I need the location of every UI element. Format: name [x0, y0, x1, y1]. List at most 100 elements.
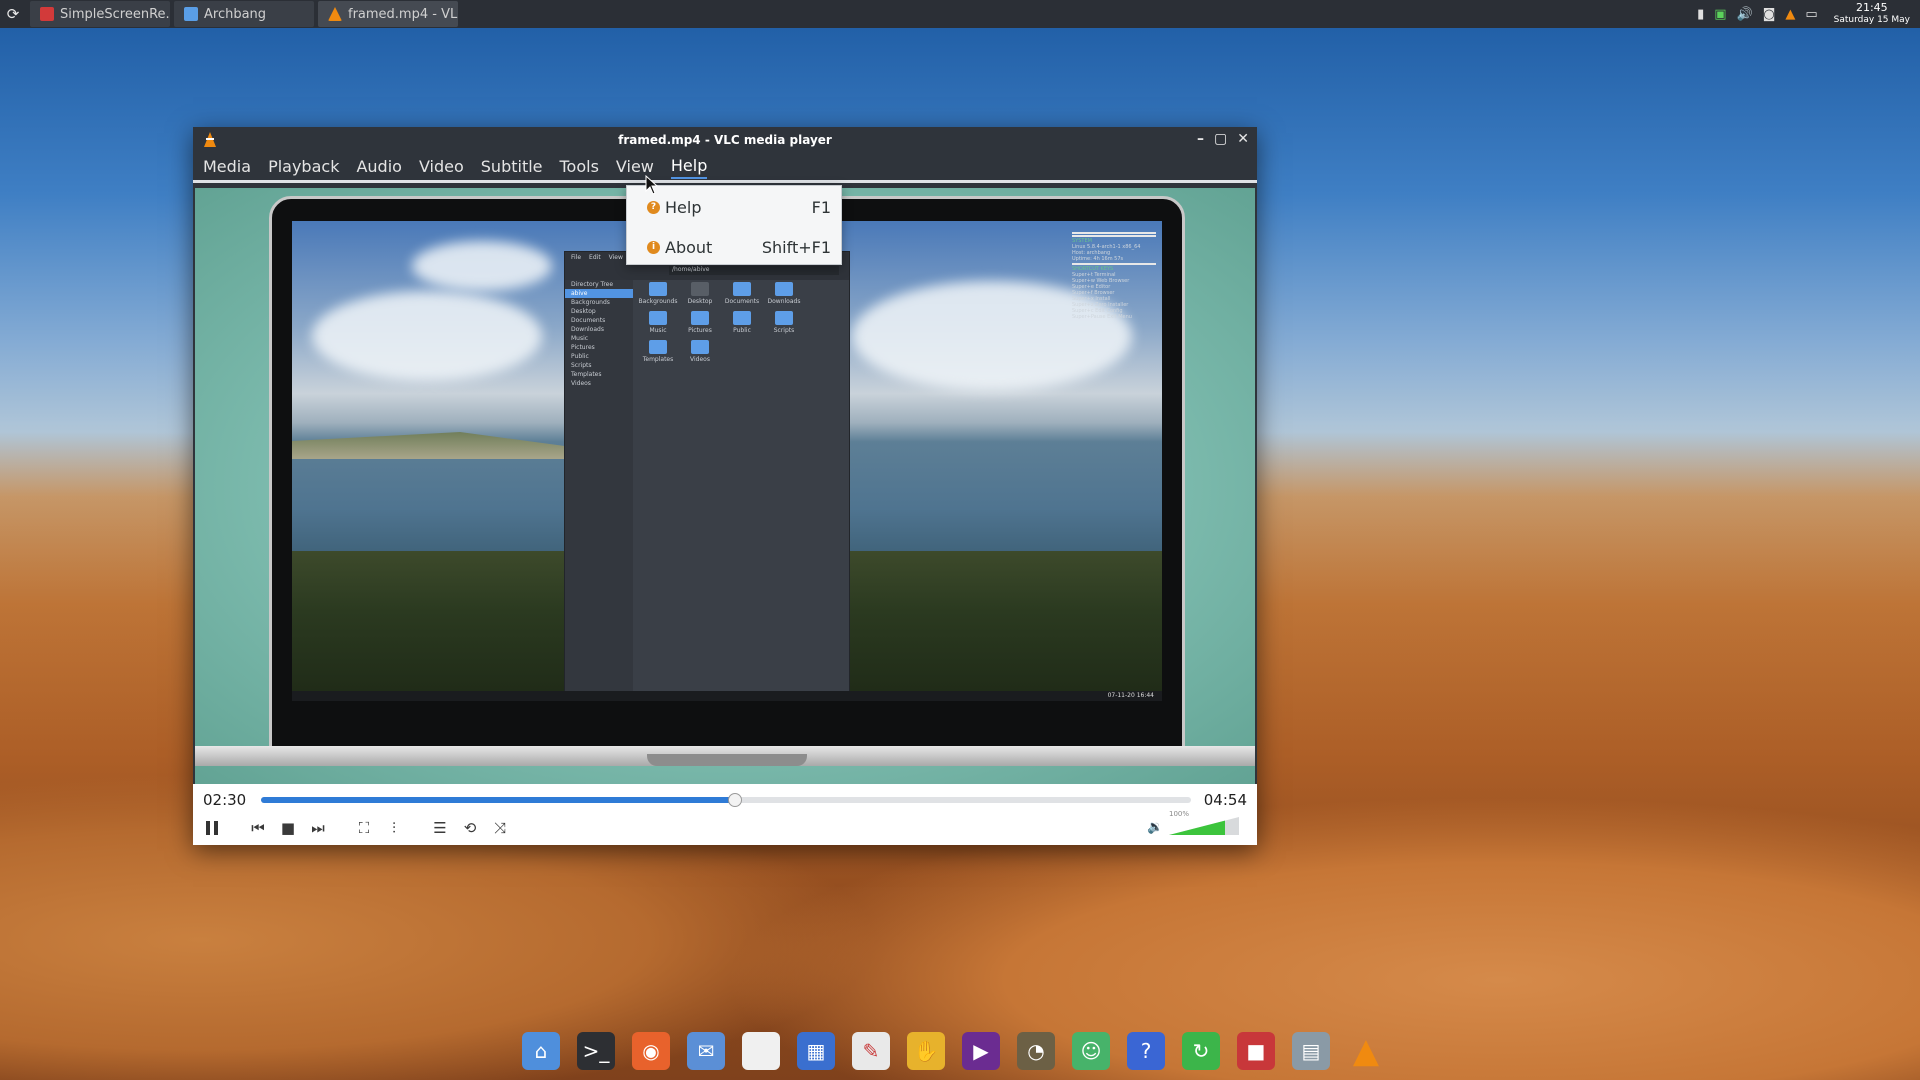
launcher-icon[interactable]: ⟳: [0, 0, 26, 28]
next-button[interactable]: ⏭: [307, 817, 329, 839]
battery-icon[interactable]: ▮: [1697, 7, 1704, 22]
volume-level: [1169, 817, 1239, 835]
media-player-icon[interactable]: ▶: [962, 1032, 1000, 1070]
document-editor-icon[interactable]: ✎: [852, 1032, 890, 1070]
fm-tree-item: Templates: [571, 371, 602, 378]
pause-button[interactable]: [201, 817, 223, 839]
previous-icon: ⏮: [251, 819, 265, 837]
fm-folder: Pictures: [679, 311, 721, 334]
fm-tree-item: Downloads: [571, 326, 604, 333]
menu-item-shortcut: F1: [811, 197, 831, 217]
screen-recorder-icon[interactable]: ■: [1237, 1032, 1275, 1070]
shuffle-button[interactable]: ⤨: [489, 817, 511, 839]
archive-manager-icon[interactable]: ▤: [1292, 1032, 1330, 1070]
task-vlc[interactable]: framed.mp4 - VL...: [318, 1, 458, 27]
task-archbang[interactable]: Archbang: [174, 1, 314, 27]
loop-button[interactable]: ⟲: [459, 817, 481, 839]
laptop-frame: File Edit View /home/abive Directory Tre…: [269, 196, 1185, 756]
info-icon: i: [647, 240, 660, 254]
calculator-icon[interactable]: ▦: [797, 1032, 835, 1070]
playlist-button[interactable]: ☰: [429, 817, 451, 839]
menu-audio[interactable]: Audio: [356, 155, 401, 178]
fm-tree-item: Music: [571, 335, 589, 342]
clock[interactable]: 21:45 Saturday 15 May: [1834, 2, 1910, 26]
fm-tree-item: Backgrounds: [571, 299, 610, 306]
task-simplescreenrecorder[interactable]: SimpleScreenRe...: [30, 1, 170, 27]
fm-menu-view: View: [608, 254, 623, 261]
fm-folder: Documents: [721, 282, 763, 305]
vlc-window: framed.mp4 - VLC media player – ▢ ✕ Medi…: [193, 127, 1257, 845]
minimize-icon[interactable]: –: [1197, 131, 1204, 147]
playback-controls: 02:30 04:54 ⏮ ■ ⏭ ⛶ ⫶ ☰ ⟲ ⤨ 🔉 100%: [193, 784, 1257, 845]
title-bar[interactable]: framed.mp4 - VLC media player – ▢ ✕: [193, 127, 1257, 153]
gimp-icon[interactable]: ◔: [1017, 1032, 1055, 1070]
menu-help[interactable]: Help: [670, 154, 708, 179]
ghost-icon[interactable]: ☺: [1072, 1032, 1110, 1070]
folder-icon: [775, 311, 793, 325]
menu-video[interactable]: Video: [419, 155, 464, 178]
display-icon[interactable]: ▭: [1805, 7, 1817, 22]
vlc-cone-icon: [328, 7, 342, 21]
help-menu-dropdown: ? Help F1 i About Shift+F1: [626, 185, 842, 265]
previous-button[interactable]: ⏮: [247, 817, 269, 839]
fm-tree-item: abive: [565, 289, 633, 298]
text-document-icon[interactable]: [742, 1032, 780, 1070]
fullscreen-button[interactable]: ⛶: [353, 817, 375, 839]
task-label: Archbang: [204, 6, 267, 22]
menu-subtitle[interactable]: Subtitle: [481, 155, 543, 178]
seek-progress: [261, 797, 736, 803]
folder-icon: [733, 282, 751, 296]
fm-menu-file: File: [571, 254, 582, 261]
folder-icon: [733, 311, 751, 325]
maximize-icon[interactable]: ▢: [1214, 131, 1227, 147]
fm-folder: Downloads: [763, 282, 805, 305]
close-icon[interactable]: ✕: [1237, 131, 1249, 147]
mail-icon[interactable]: ✉: [687, 1032, 725, 1070]
help-icon: ?: [647, 200, 660, 214]
fm-tree-item: Public: [571, 353, 589, 360]
clock-date: Saturday 15 May: [1833, 15, 1910, 25]
fm-sidebar: Directory Tree abive Backgrounds Desktop…: [565, 280, 633, 701]
vlc-tray-icon[interactable]: ▲: [1785, 7, 1795, 22]
video-area[interactable]: File Edit View /home/abive Directory Tre…: [195, 188, 1255, 784]
menu-playback[interactable]: Playback: [268, 155, 339, 178]
mouse-cursor-icon: [645, 175, 659, 195]
seek-bar[interactable]: [261, 793, 1191, 807]
fm-tree-item: Pictures: [571, 344, 595, 351]
next-icon: ⏭: [311, 819, 325, 837]
volume-control[interactable]: 🔉 100%: [1147, 810, 1239, 842]
package-icon[interactable]: ✋: [907, 1032, 945, 1070]
terminal-icon[interactable]: >_: [577, 1032, 615, 1070]
record-icon: [40, 7, 54, 21]
loop-icon: ⟲: [463, 819, 477, 837]
network-icon[interactable]: ▣: [1714, 7, 1726, 22]
top-taskbar: ⟳ SimpleScreenRe... Archbang framed.mp4 …: [0, 0, 1920, 28]
task-label: SimpleScreenRe...: [60, 6, 170, 22]
folder-icon: [649, 340, 667, 354]
stop-button[interactable]: ■: [277, 817, 299, 839]
camera-icon[interactable]: ◙: [1763, 7, 1776, 22]
menu-bar: Media Playback Audio Video Subtitle Tool…: [193, 153, 1257, 183]
help-menu-item-help[interactable]: ? Help F1: [627, 190, 841, 224]
menu-tools[interactable]: Tools: [560, 155, 599, 178]
menu-item-shortcut: Shift+F1: [761, 237, 831, 257]
vlc-icon[interactable]: ▲: [1347, 1031, 1385, 1071]
volume-icon[interactable]: 🔊: [1737, 7, 1753, 22]
folder-icon: [649, 282, 667, 296]
help-menu-item-about[interactable]: i About Shift+F1: [627, 230, 841, 264]
menu-media[interactable]: Media: [203, 155, 251, 178]
folder-icon: [775, 282, 793, 296]
pause-icon: [206, 821, 218, 835]
conky-panel: SYSTEM Linux 5.8.4-arch1-1 x86_64 Host: …: [1072, 231, 1156, 320]
laptop-notch: [647, 754, 807, 766]
seek-handle[interactable]: [728, 793, 743, 807]
update-icon[interactable]: ↻: [1182, 1032, 1220, 1070]
home-folder-icon[interactable]: ⌂: [522, 1032, 560, 1070]
total-time: 04:54: [1203, 791, 1247, 809]
volume-percent: 100%: [1169, 810, 1190, 818]
extended-settings-button[interactable]: ⫶: [383, 817, 405, 839]
help-icon[interactable]: ?: [1127, 1032, 1165, 1070]
speaker-icon[interactable]: 🔉: [1147, 820, 1163, 835]
fm-folder: Scripts: [763, 311, 805, 334]
firefox-icon[interactable]: ◉: [632, 1032, 670, 1070]
